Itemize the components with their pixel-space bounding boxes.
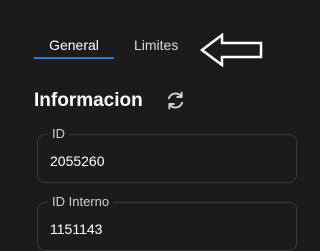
id-interno-field-value: 1151143 — [50, 221, 103, 237]
tab-general[interactable]: General — [34, 36, 114, 54]
id-interno-field-label: ID Interno — [48, 194, 114, 210]
arrow-left-outline-icon — [200, 33, 263, 67]
id-field-value: 2055260 — [50, 153, 105, 169]
id-field-label: ID — [48, 126, 69, 142]
tab-limites[interactable]: Limites — [134, 36, 178, 54]
refresh-icon[interactable] — [165, 90, 186, 111]
active-tab-indicator — [34, 57, 114, 59]
id-field[interactable]: ID 2055260 — [37, 126, 297, 183]
id-interno-field[interactable]: ID Interno 1151143 — [37, 194, 297, 251]
section-title: Informacion — [34, 90, 143, 111]
